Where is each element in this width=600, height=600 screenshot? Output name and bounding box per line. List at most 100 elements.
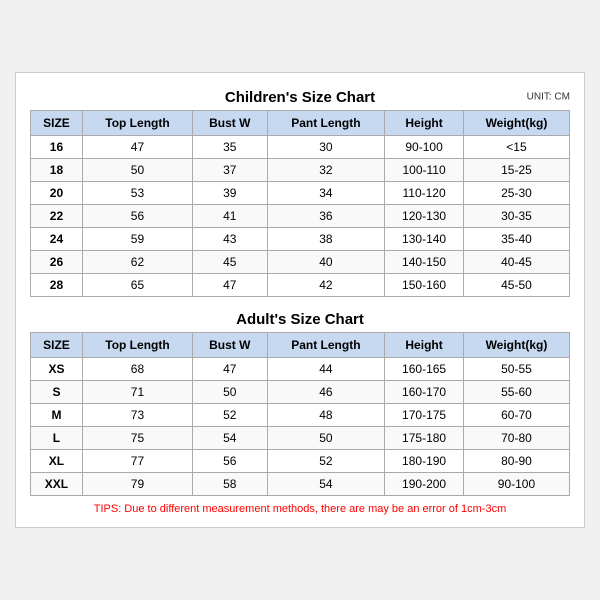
table-cell: 90-100: [385, 136, 464, 159]
children-header-row: SIZE Top Length Bust W Pant Length Heigh…: [31, 111, 570, 136]
table-cell: 80-90: [463, 450, 569, 473]
table-row: 24594338130-14035-40: [31, 228, 570, 251]
table-cell: XL: [31, 450, 83, 473]
table-cell: 42: [267, 274, 385, 297]
children-col-height: Height: [385, 111, 464, 136]
adults-chart-header: Adult's Size Chart: [30, 305, 570, 332]
table-cell: 71: [82, 381, 192, 404]
table-cell: 52: [267, 450, 385, 473]
table-cell: 34: [267, 182, 385, 205]
table-cell: 40: [267, 251, 385, 274]
table-cell: 65: [82, 274, 192, 297]
table-cell: 53: [82, 182, 192, 205]
table-cell: 50: [267, 427, 385, 450]
table-cell: 75: [82, 427, 192, 450]
table-cell: 59: [82, 228, 192, 251]
table-cell: 45-50: [463, 274, 569, 297]
table-cell: 41: [193, 205, 268, 228]
table-cell: 18: [31, 159, 83, 182]
adults-chart-title: Adult's Size Chart: [236, 311, 364, 328]
table-cell: 30-35: [463, 205, 569, 228]
table-row: 1647353090-100<15: [31, 136, 570, 159]
table-cell: 48: [267, 404, 385, 427]
table-cell: 35-40: [463, 228, 569, 251]
table-row: L755450175-18070-80: [31, 427, 570, 450]
adults-col-top-length: Top Length: [82, 333, 192, 358]
table-cell: 60-70: [463, 404, 569, 427]
chart-container: Children's Size Chart UNIT: CM SIZE Top …: [15, 72, 585, 528]
table-cell: 54: [267, 473, 385, 496]
table-row: XS684744160-16550-55: [31, 358, 570, 381]
table-row: XXL795854190-20090-100: [31, 473, 570, 496]
adults-col-weight: Weight(kg): [463, 333, 569, 358]
unit-label: UNIT: CM: [527, 91, 570, 102]
table-cell: 28: [31, 274, 83, 297]
table-cell: 40-45: [463, 251, 569, 274]
table-row: M735248170-17560-70: [31, 404, 570, 427]
table-cell: 100-110: [385, 159, 464, 182]
table-row: 28654742150-16045-50: [31, 274, 570, 297]
table-cell: 45: [193, 251, 268, 274]
adults-col-bust-w: Bust W: [193, 333, 268, 358]
table-cell: 110-120: [385, 182, 464, 205]
table-cell: 26: [31, 251, 83, 274]
table-cell: 15-25: [463, 159, 569, 182]
children-chart-header: Children's Size Chart UNIT: CM: [30, 83, 570, 110]
children-col-weight: Weight(kg): [463, 111, 569, 136]
table-cell: 47: [193, 358, 268, 381]
children-size-table: SIZE Top Length Bust W Pant Length Heigh…: [30, 110, 570, 297]
adults-col-height: Height: [385, 333, 464, 358]
table-cell: 43: [193, 228, 268, 251]
children-col-top-length: Top Length: [82, 111, 192, 136]
children-chart-title: Children's Size Chart: [225, 89, 375, 106]
table-cell: 30: [267, 136, 385, 159]
table-cell: <15: [463, 136, 569, 159]
table-cell: 25-30: [463, 182, 569, 205]
table-cell: 38: [267, 228, 385, 251]
table-row: XL775652180-19080-90: [31, 450, 570, 473]
table-cell: 47: [82, 136, 192, 159]
adults-col-size: SIZE: [31, 333, 83, 358]
table-cell: 180-190: [385, 450, 464, 473]
tips-text: TIPS: Due to different measurement metho…: [30, 503, 570, 517]
table-cell: 62: [82, 251, 192, 274]
table-cell: S: [31, 381, 83, 404]
table-cell: 150-160: [385, 274, 464, 297]
table-row: 20533934110-12025-30: [31, 182, 570, 205]
table-cell: 90-100: [463, 473, 569, 496]
table-cell: 140-150: [385, 251, 464, 274]
table-cell: 46: [267, 381, 385, 404]
table-cell: 160-170: [385, 381, 464, 404]
table-row: 26624540140-15040-45: [31, 251, 570, 274]
table-cell: 170-175: [385, 404, 464, 427]
table-cell: 52: [193, 404, 268, 427]
table-cell: 35: [193, 136, 268, 159]
table-row: 22564136120-13030-35: [31, 205, 570, 228]
children-col-size: SIZE: [31, 111, 83, 136]
children-col-bust-w: Bust W: [193, 111, 268, 136]
table-row: 18503732100-11015-25: [31, 159, 570, 182]
table-cell: 32: [267, 159, 385, 182]
table-cell: 68: [82, 358, 192, 381]
table-cell: 58: [193, 473, 268, 496]
table-cell: 56: [82, 205, 192, 228]
table-cell: 24: [31, 228, 83, 251]
table-cell: 73: [82, 404, 192, 427]
adults-header-row: SIZE Top Length Bust W Pant Length Heigh…: [31, 333, 570, 358]
table-cell: M: [31, 404, 83, 427]
adults-size-table: SIZE Top Length Bust W Pant Length Heigh…: [30, 332, 570, 496]
table-cell: 54: [193, 427, 268, 450]
table-cell: 79: [82, 473, 192, 496]
table-cell: 130-140: [385, 228, 464, 251]
table-cell: XS: [31, 358, 83, 381]
table-cell: L: [31, 427, 83, 450]
table-cell: 20: [31, 182, 83, 205]
table-cell: 50: [193, 381, 268, 404]
table-cell: 175-180: [385, 427, 464, 450]
table-cell: XXL: [31, 473, 83, 496]
table-cell: 70-80: [463, 427, 569, 450]
adults-col-pant-length: Pant Length: [267, 333, 385, 358]
table-cell: 22: [31, 205, 83, 228]
table-cell: 44: [267, 358, 385, 381]
table-cell: 55-60: [463, 381, 569, 404]
